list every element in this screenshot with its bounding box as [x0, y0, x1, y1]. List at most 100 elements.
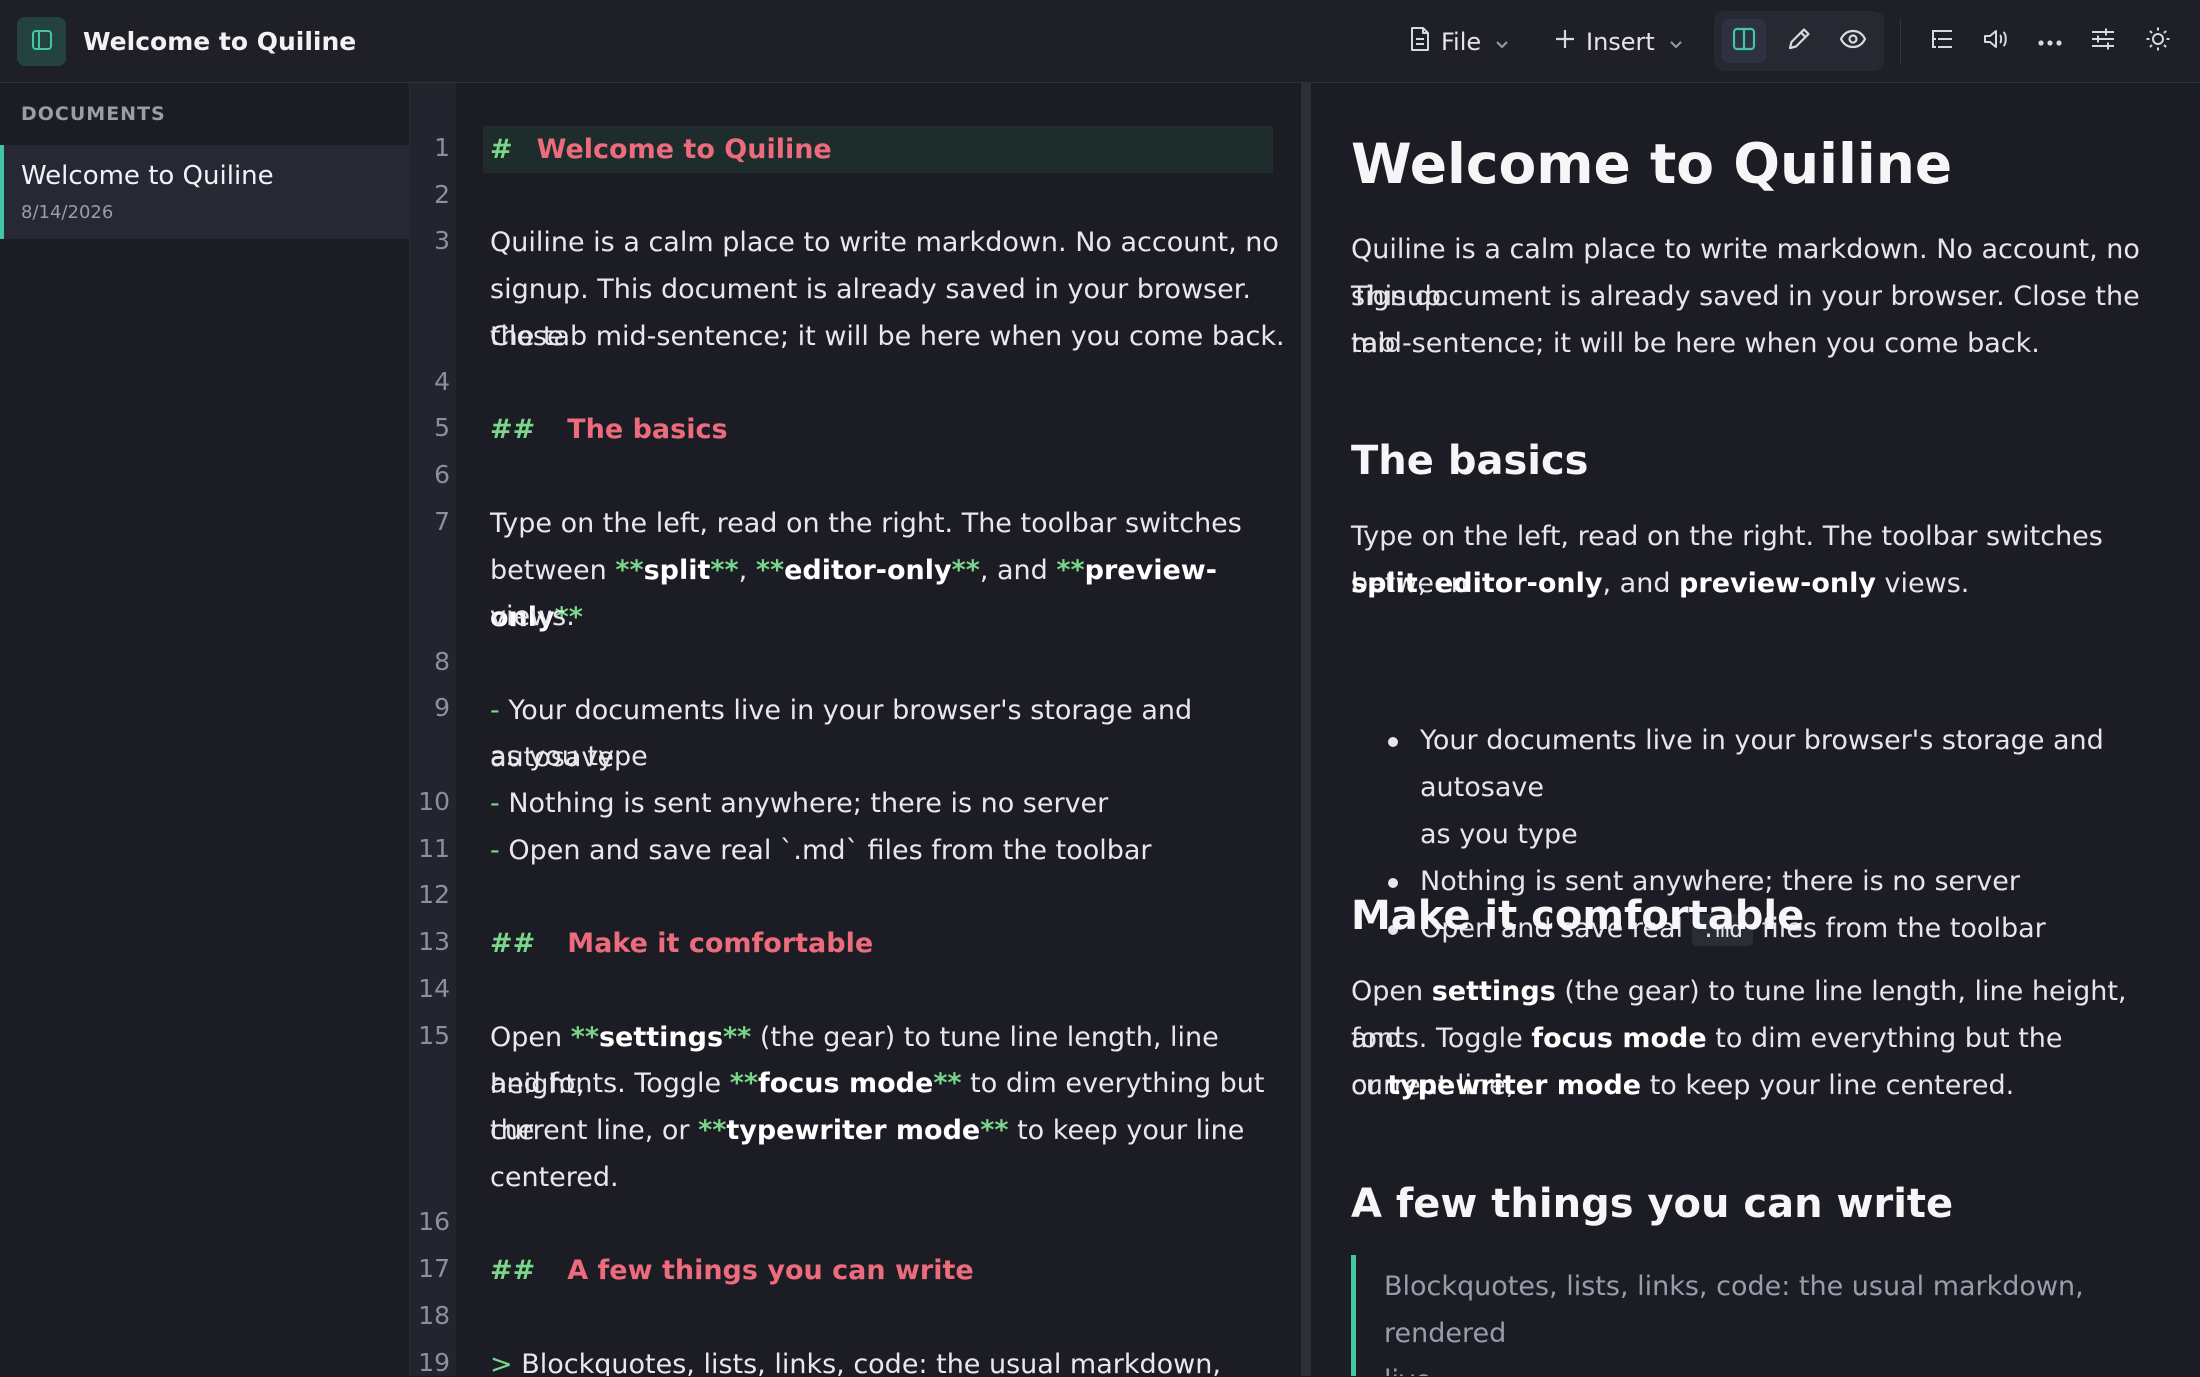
- bold-marker: **: [710, 555, 739, 586]
- bold-text: split: [1351, 568, 1418, 599]
- text-span: views.: [1875, 568, 1970, 599]
- preview-paragraph: split, editor-only, and preview-only vie…: [1351, 560, 2166, 607]
- theme-toggle-button[interactable]: [2136, 19, 2180, 63]
- text-span: Blockquotes, lists, links, code: the usu…: [1384, 1271, 2084, 1349]
- sun-icon: [2145, 26, 2171, 56]
- editor-line-heading: ## The basics: [490, 406, 1290, 453]
- bold-text: editor-only: [784, 555, 952, 586]
- heading-marker: ##: [490, 414, 536, 445]
- line-number: 19: [418, 1348, 450, 1377]
- text-span: Blockquotes, lists, links, code: the usu…: [521, 1349, 1221, 1376]
- insert-menu-label: Insert: [1586, 28, 1655, 56]
- list-item: Your documents live in your browser's st…: [1351, 717, 2166, 858]
- document-item-date: 8/14/2026: [21, 202, 114, 223]
- list-marker: -: [490, 695, 509, 726]
- line-number-gutter: 1 2 3 4 5 6 7 8 9 10 11 12 13 14 15 16 1…: [410, 83, 457, 1377]
- bold-marker: **: [570, 1022, 599, 1053]
- line-number: 18: [418, 1301, 450, 1330]
- editor-line-heading: ## Make it comfortable: [490, 920, 1290, 967]
- edit-icon: [1786, 26, 1812, 56]
- document-item-title: Welcome to Quiline: [21, 161, 274, 191]
- text-span: live.: [1384, 1365, 1440, 1376]
- speaker-icon: [1982, 27, 2010, 55]
- editor-line-heading: ## A few things you can write: [490, 1247, 1290, 1294]
- document-title: Welcome to Quiline: [83, 27, 357, 56]
- line-number: 1: [434, 133, 450, 162]
- bold-text: settings: [598, 1022, 724, 1053]
- bold-marker: **: [698, 1115, 727, 1146]
- line-number: 14: [418, 974, 450, 1003]
- text-span: ,: [738, 555, 756, 586]
- sidebar-toggle-button[interactable]: [17, 17, 66, 66]
- editor-line: current line, or **typewriter mode** to …: [490, 1107, 1290, 1154]
- bold-text: settings: [1431, 976, 1556, 1007]
- pane-resize-handle[interactable]: [1301, 83, 1311, 1376]
- editor-line: views.: [490, 601, 575, 632]
- editor-line: - Nothing is sent anywhere; there is no …: [490, 780, 1290, 827]
- heading-text: The basics: [567, 414, 728, 445]
- bold-marker: **: [1056, 555, 1085, 586]
- heading-text: A few things you can write: [567, 1255, 974, 1286]
- preview-h2: The basics: [1351, 438, 1589, 484]
- text-span: ,: [1417, 568, 1435, 599]
- documents-sidebar: DOCUMENTS Welcome to Quiline 8/14/2026: [0, 83, 410, 1376]
- line-number: 7: [434, 507, 450, 536]
- list-marker: -: [490, 835, 509, 866]
- file-icon: [1409, 26, 1431, 58]
- settings-button[interactable]: [2081, 19, 2125, 63]
- heading-marker: ##: [490, 928, 536, 959]
- heading-marker: #: [490, 134, 513, 165]
- preview-only-button[interactable]: [1831, 19, 1875, 63]
- heading-text: Make it comfortable: [567, 928, 874, 959]
- more-options-button[interactable]: [2028, 19, 2072, 63]
- split-view-button[interactable]: [1722, 19, 1766, 63]
- line-number: 17: [418, 1254, 450, 1283]
- editor-line: > Blockquotes, lists, links, code: the u…: [490, 1341, 1290, 1376]
- bold-marker: **: [723, 1022, 752, 1053]
- text-span: as you type: [1420, 819, 1578, 850]
- text-span: Open: [490, 1022, 571, 1053]
- editor-line: Quiline is a calm place to write markdow…: [490, 227, 1279, 258]
- document-list-item[interactable]: Welcome to Quiline 8/14/2026: [0, 145, 409, 239]
- chevron-down-icon: [1669, 28, 1683, 56]
- plus-icon: [1554, 28, 1576, 56]
- line-number: 6: [434, 460, 450, 489]
- bold-marker: **: [933, 1068, 962, 1099]
- bold-text: preview-only: [1679, 568, 1876, 599]
- text-span: Open: [1351, 976, 1432, 1007]
- read-aloud-button[interactable]: [1974, 19, 2018, 63]
- file-menu-button[interactable]: File: [1409, 24, 1509, 60]
- line-number: 15: [418, 1021, 450, 1050]
- split-view-icon: [1731, 26, 1757, 56]
- markdown-preview: Welcome to Quiline Quiline is a calm pla…: [1311, 83, 2200, 1376]
- bold-text: typewriter mode: [1387, 1070, 1642, 1101]
- insert-menu-button[interactable]: Insert: [1554, 24, 1683, 60]
- editor-line-heading: # Welcome to Quiline: [483, 126, 1273, 173]
- bold-marker: **: [755, 555, 785, 586]
- bold-marker: **: [615, 555, 644, 586]
- outline-button[interactable]: [1920, 19, 1964, 63]
- text-span: Open and save real `.md` files from the …: [508, 835, 1152, 866]
- bold-text: editor-only: [1435, 568, 1603, 599]
- text-span: to keep your line centered.: [1641, 1070, 2015, 1101]
- editor-line: as you type: [490, 741, 648, 772]
- line-number: 5: [434, 413, 450, 442]
- text-span: between: [490, 555, 616, 586]
- bold-text: split: [643, 555, 711, 586]
- outline-icon: [1929, 27, 1955, 55]
- editor-line: centered.: [490, 1162, 619, 1193]
- list-marker: -: [490, 788, 509, 819]
- editor-line: - Open and save real `.md` files from th…: [490, 827, 1290, 874]
- editor-only-button[interactable]: [1777, 19, 1821, 63]
- sliders-icon: [2090, 27, 2116, 55]
- editor-line: the tab mid-sentence; it will be here wh…: [490, 321, 1285, 352]
- top-toolbar: Welcome to Quiline File Insert: [0, 0, 2200, 83]
- line-number: 9: [434, 693, 450, 722]
- line-number: 16: [418, 1207, 450, 1236]
- line-number: 2: [434, 180, 450, 209]
- preview-paragraph: or typewriter mode to keep your line cen…: [1351, 1062, 2166, 1109]
- preview-h1: Welcome to Quiline: [1351, 132, 1953, 196]
- preview-blockquote: Blockquotes, lists, links, code: the usu…: [1351, 1255, 2166, 1376]
- markdown-editor[interactable]: # Welcome to Quiline Quiline is a calm pl…: [456, 83, 1301, 1376]
- text-span: and fonts. Toggle: [490, 1068, 730, 1099]
